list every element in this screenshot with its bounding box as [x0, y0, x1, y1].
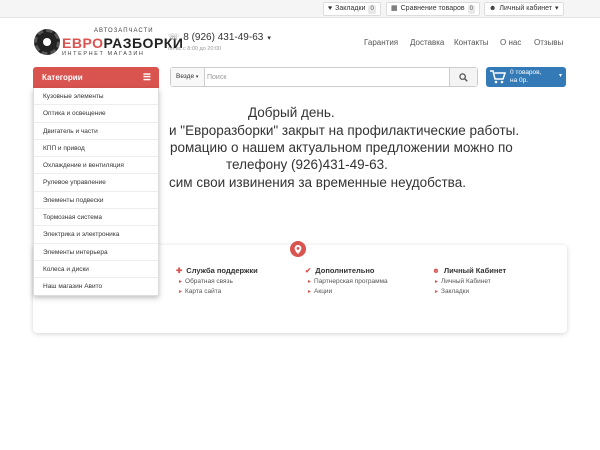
message-line-4: телефону (926)431-49-63. — [226, 157, 388, 172]
message-line-3: ромацию о нашем актуальном предложении м… — [170, 140, 513, 155]
footer-link-label: Карта сайта — [185, 288, 222, 295]
categories-title: Категории — [42, 73, 83, 82]
categories-toggle[interactable]: Категории ☰ — [33, 67, 159, 88]
category-avito-store[interactable]: Наш магазин Авито — [34, 278, 158, 295]
footer-link-promotions[interactable]: ▸ Акции — [305, 288, 388, 295]
footer-extra-title: Дополнительно — [315, 265, 375, 275]
chevron-down-icon: ▾ — [555, 5, 559, 12]
hamburger-icon: ☰ — [142, 72, 151, 82]
phone[interactable]: ☏ 8 (926) 431-49-63 ▾ — [168, 32, 271, 43]
footer-link-label: Партнерская программа — [314, 278, 388, 285]
user-icon: ☻ — [432, 265, 440, 275]
message-line-1: Добрый день. — [248, 105, 335, 120]
search-input[interactable] — [207, 68, 447, 86]
footer-link-label: Личный Кабинет — [441, 278, 491, 285]
caret-right-icon: ▸ — [308, 289, 312, 295]
cart-icon — [490, 70, 506, 84]
bookmarks-label: Закладки — [335, 5, 366, 12]
logo[interactable]: АВТОЗАПЧАСТИ ЕВРОРАЗБОРКИ ИНТЕРНЕТ МАГАЗ… — [34, 28, 183, 58]
footer-support: ✚ Служба поддержки ▸ Обратная связь ▸ Карта… — [176, 265, 258, 296]
nav-warranty[interactable]: Гарантия — [364, 38, 398, 47]
nav-delivery[interactable]: Доставка — [410, 38, 444, 47]
footer-link-label: Обратная связь — [185, 278, 233, 285]
category-electrics[interactable]: Электрика и электроника — [34, 226, 158, 244]
category-body-parts[interactable]: Кузовные элементы — [34, 88, 158, 106]
category-optics[interactable]: Оптика и освещение — [34, 105, 158, 123]
phone-icon: ☏ — [168, 32, 180, 42]
category-brakes[interactable]: Тормозная система — [34, 209, 158, 227]
footer-link-bookmarks[interactable]: ▸ Закладки — [432, 288, 506, 295]
top-bar: ♥ Закладки 0 ▦ Сравнение товаров 0 ☻ Лич… — [0, 0, 600, 18]
chevron-down-icon: ▾ — [558, 73, 562, 79]
account-label: Личный кабинет — [499, 5, 553, 12]
footer-link-account[interactable]: ▸ Личный Кабинет — [432, 278, 506, 285]
wrench-icon: ✔ — [305, 265, 312, 275]
category-steering[interactable]: Рулевое управление — [34, 174, 158, 192]
compare-label: Сравнение товаров — [400, 5, 465, 12]
compare-count: 0 — [467, 4, 475, 14]
logo-tagline-top: АВТОЗАПЧАСТИ — [94, 28, 154, 34]
compare-button[interactable]: ▦ Сравнение товаров 0 — [386, 2, 480, 16]
footer-support-title: Служба поддержки — [186, 265, 258, 275]
category-interior[interactable]: Элементы интерьера — [34, 244, 158, 261]
lifebuoy-icon: ✚ — [176, 265, 183, 275]
caret-right-icon: ▸ — [179, 279, 183, 285]
chevron-down-icon: ▾ — [195, 74, 199, 80]
nav-contacts[interactable]: Контакты — [454, 38, 489, 47]
phone-number: 8 (926) 431-49-63 — [183, 32, 264, 43]
search-bar: Везде ▾ — [170, 67, 478, 87]
heart-icon: ♥ — [328, 5, 333, 12]
footer-extra: ✔ Дополнительно ▸ Партнерская программа ▸ А… — [305, 265, 388, 296]
bookmarks-button[interactable]: ♥ Закладки 0 — [323, 2, 381, 16]
footer-account: ☻ Личный Кабинет ▸ Личный Кабинет ▸ Закладк… — [432, 265, 507, 296]
caret-right-icon: ▸ — [435, 279, 439, 285]
cart-total: на 0р. — [510, 77, 529, 84]
nav-about[interactable]: О нас — [500, 38, 521, 47]
search-icon — [459, 72, 468, 82]
caret-right-icon: ▸ — [308, 279, 312, 285]
categories-menu: Кузовные элементы Оптика и освещение Дви… — [33, 88, 159, 296]
footer-link-feedback[interactable]: ▸ Обратная связь — [176, 278, 258, 285]
map-pin-icon — [290, 241, 306, 257]
search-scope-label: Везде — [176, 73, 195, 80]
category-suspension[interactable]: Элементы подвески — [34, 192, 158, 210]
cart-items-count: 0 товаров, — [510, 69, 542, 76]
cart-button[interactable]: 0 товаров, на 0р. ▾ — [486, 67, 566, 87]
phone-hours: пн-вс с 8:00 до 20:00 — [168, 46, 222, 52]
gear-logo-icon — [34, 29, 60, 55]
bookmarks-count: 0 — [368, 4, 376, 14]
logo-wordmark-red: ЕВРО — [62, 35, 104, 51]
message-line-2: и "Еврора­зборки" закрыт на профилактиче… — [169, 123, 520, 138]
user-icon: ☻ — [489, 5, 497, 12]
caret-right-icon: ▸ — [179, 289, 183, 295]
message-line-5: сим свои извинения за временные неудобст… — [169, 175, 466, 190]
footer-account-title: Личный Кабинет — [443, 265, 507, 275]
chevron-down-icon: ▾ — [267, 34, 271, 42]
nav-reviews[interactable]: Отзывы — [534, 38, 563, 47]
category-cooling[interactable]: Охлаждение и вентиляция — [34, 157, 158, 175]
footer-link-label: Акции — [314, 288, 333, 295]
category-engine[interactable]: Двигатель и части — [34, 123, 158, 140]
category-wheels[interactable]: Колеса и диски — [34, 261, 158, 279]
logo-tagline-bottom: ИНТЕРНЕТ МАГАЗИН — [62, 51, 145, 57]
caret-right-icon: ▸ — [435, 289, 439, 295]
logo-wordmark: ЕВРОРАЗБОРКИ — [62, 35, 183, 51]
search-button[interactable] — [449, 68, 477, 86]
account-button[interactable]: ☻ Личный кабинет ▾ — [484, 2, 564, 16]
category-transmission[interactable]: КПП и привод — [34, 140, 158, 158]
footer-link-label: Закладки — [441, 288, 470, 295]
footer-link-sitemap[interactable]: ▸ Карта сайта — [176, 288, 258, 295]
footer-link-partners[interactable]: ▸ Партнерская программа — [305, 278, 388, 285]
search-scope-select[interactable]: Везде ▾ — [171, 68, 205, 86]
compare-icon: ▦ — [391, 5, 398, 12]
